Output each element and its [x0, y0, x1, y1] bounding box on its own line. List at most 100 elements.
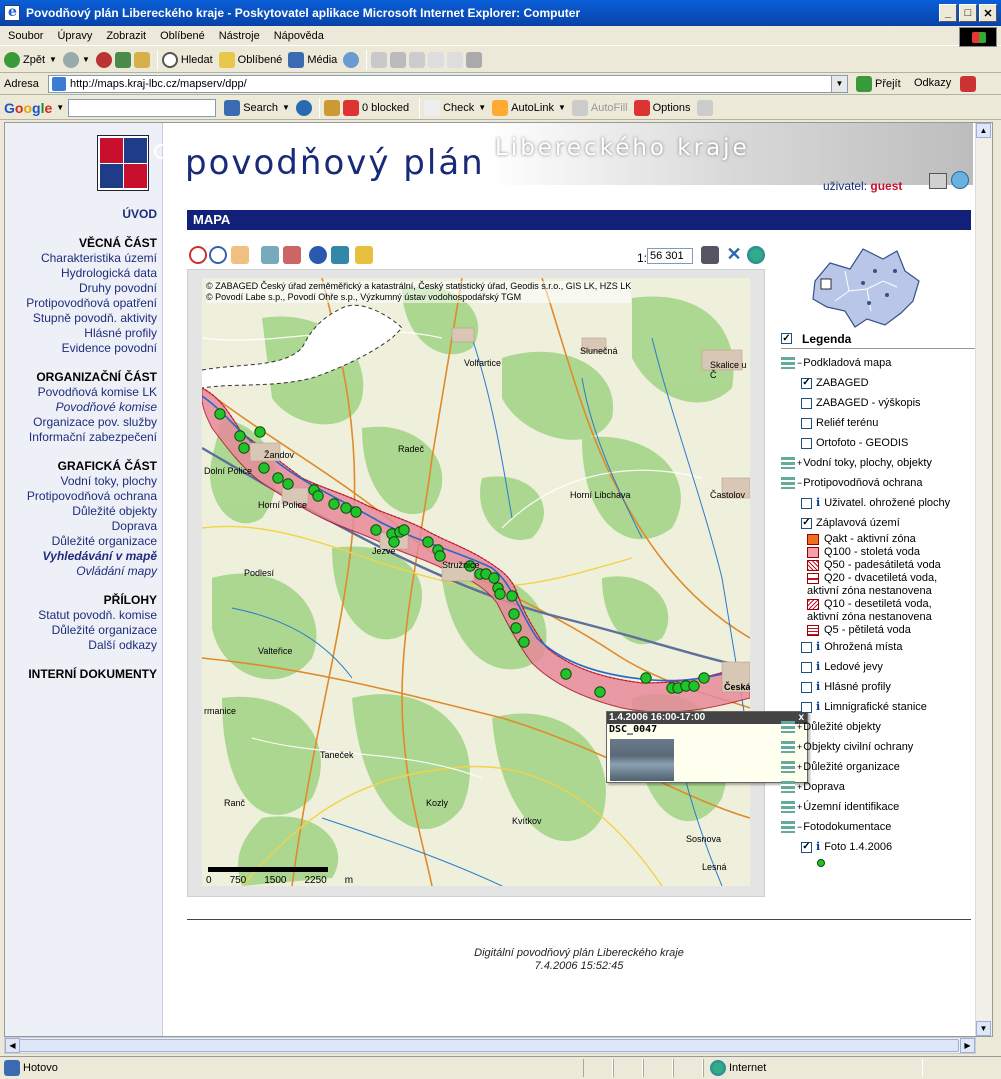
- stop-icon[interactable]: [95, 51, 112, 68]
- nav-group-heading[interactable]: INTERNÍ DOKUMENTY: [5, 667, 157, 682]
- layer-checkbox[interactable]: [801, 701, 812, 713]
- expand-icon[interactable]: −: [797, 353, 802, 373]
- mail-icon[interactable]: [371, 51, 388, 68]
- zoom-previous-icon[interactable]: [283, 246, 301, 264]
- info-icon[interactable]: i: [816, 837, 820, 857]
- chevron-down-icon[interactable]: ▼: [831, 76, 847, 92]
- info-icon[interactable]: [309, 246, 327, 264]
- legend-row[interactable]: + Vodní toky, plochy, objekty: [781, 453, 991, 473]
- search-button[interactable]: Hledat: [161, 49, 213, 71]
- legend-row[interactable]: − Podkladová mapa: [781, 353, 991, 373]
- scale-input[interactable]: 56 301: [647, 248, 693, 264]
- spellcheck-button[interactable]: Check ▼: [424, 97, 486, 119]
- nav-link[interactable]: Povodňové komise: [5, 400, 157, 415]
- maximize-button[interactable]: □: [959, 4, 977, 22]
- expand-icon[interactable]: +: [797, 717, 802, 737]
- zoom-in-icon[interactable]: [189, 246, 207, 264]
- layer-checkbox[interactable]: [801, 681, 812, 693]
- binoculars-icon[interactable]: [701, 246, 719, 264]
- photo-point-marker[interactable]: [214, 408, 226, 420]
- nav-intro[interactable]: ÚVOD: [5, 207, 157, 222]
- identify-icon[interactable]: [331, 246, 349, 264]
- legend-row[interactable]: i Limnigrafické stanice: [781, 697, 991, 717]
- expand-icon[interactable]: +: [797, 737, 802, 757]
- refresh-icon[interactable]: [114, 51, 131, 68]
- nav-link[interactable]: Druhy povodní: [5, 281, 157, 296]
- google-logo[interactable]: Google: [4, 100, 52, 116]
- photo-point-marker[interactable]: [518, 636, 530, 648]
- layer-checkbox[interactable]: [801, 497, 812, 509]
- photo-point-marker[interactable]: [238, 442, 250, 454]
- photo-point-marker[interactable]: [254, 426, 266, 438]
- autolink-button[interactable]: AutoLink ▼: [492, 97, 566, 119]
- photo-point-marker[interactable]: [258, 462, 270, 474]
- go-button[interactable]: Přejít: [856, 73, 901, 95]
- pencil-icon[interactable]: [696, 99, 713, 116]
- legend-row[interactable]: ✓ ZABAGED: [781, 373, 991, 393]
- legend-row[interactable]: Reliéf terénu: [781, 413, 991, 433]
- info-icon[interactable]: i: [816, 677, 820, 697]
- nav-link[interactable]: Důležité objekty: [5, 504, 157, 519]
- print-icon[interactable]: [929, 173, 947, 189]
- expand-icon[interactable]: +: [797, 777, 802, 797]
- legend-row[interactable]: i Ledové jevy: [781, 657, 991, 677]
- legend-row[interactable]: i Hlásné profily: [781, 677, 991, 697]
- pagerank-icon[interactable]: [295, 99, 312, 116]
- photo-point-marker[interactable]: [350, 506, 362, 518]
- zoom-out-icon[interactable]: [209, 246, 227, 264]
- mail-icon[interactable]: [951, 171, 969, 189]
- nav-link[interactable]: Hydrologická data: [5, 266, 157, 281]
- photo-point-marker[interactable]: [494, 588, 506, 600]
- expand-icon[interactable]: +: [797, 453, 802, 473]
- photo-point-marker[interactable]: [510, 622, 522, 634]
- photo-point-marker[interactable]: [234, 430, 246, 442]
- google-search-input[interactable]: [68, 98, 217, 117]
- legend-row[interactable]: Ortofoto - GEODIS: [781, 433, 991, 453]
- horizontal-scrollbar[interactable]: ◀ ▶: [4, 1037, 976, 1054]
- close-button[interactable]: ✕: [979, 4, 997, 22]
- nav-link[interactable]: Další odkazy: [5, 638, 157, 653]
- pdf-icon[interactable]: [960, 76, 976, 92]
- minimize-button[interactable]: _: [939, 4, 957, 22]
- nav-link[interactable]: Informační zabezpečení: [5, 430, 157, 445]
- layer-checkbox[interactable]: ✓: [801, 841, 812, 853]
- menu-soubor[interactable]: Soubor: [8, 30, 43, 42]
- nav-link[interactable]: Protipovodňová ochrana: [5, 489, 157, 504]
- nav-link[interactable]: Povodňová komise LK: [5, 385, 157, 400]
- legend-row[interactable]: − Protipovodňová ochrana: [781, 473, 991, 493]
- map-view[interactable]: © ZABAGED Český úřad zeměměřický a katas…: [202, 278, 750, 886]
- nav-link[interactable]: Důležité organizace: [5, 534, 157, 549]
- expand-icon[interactable]: +: [797, 797, 802, 817]
- options-button[interactable]: Options: [633, 97, 691, 119]
- globe-icon[interactable]: [747, 246, 765, 264]
- layer-checkbox[interactable]: [801, 437, 812, 449]
- photo-point-marker[interactable]: [640, 672, 652, 684]
- menu-zobrazit[interactable]: Zobrazit: [106, 30, 146, 42]
- photo-point-marker[interactable]: [488, 572, 500, 584]
- google-search-button[interactable]: Search ▼: [224, 97, 290, 119]
- nav-link[interactable]: Statut povodň. komise: [5, 608, 157, 623]
- photo-point-marker[interactable]: [506, 590, 518, 602]
- menu-upravy[interactable]: Úpravy: [57, 30, 92, 42]
- legend-row[interactable]: + Důležité organizace: [781, 757, 991, 777]
- info-icon[interactable]: i: [816, 493, 820, 513]
- region-overview-map[interactable]: [805, 241, 925, 329]
- address-input[interactable]: http://maps.kraj-lbc.cz/mapserv/dpp/ ▼: [48, 75, 848, 93]
- legend-row[interactable]: − Fotodokumentace: [781, 817, 991, 837]
- nav-link[interactable]: Vodní toky, plochy: [5, 474, 157, 489]
- layer-checkbox[interactable]: ✓: [801, 377, 812, 389]
- nav-link[interactable]: Organizace pov. služby: [5, 415, 157, 430]
- print-icon[interactable]: [390, 51, 407, 68]
- nav-link[interactable]: Doprava: [5, 519, 157, 534]
- photo-point-marker[interactable]: [398, 524, 410, 536]
- popup-blocker-button[interactable]: 0 blocked: [342, 97, 409, 119]
- layer-checkbox[interactable]: [801, 397, 812, 409]
- home-icon[interactable]: [133, 51, 150, 68]
- legend-row[interactable]: + Doprava: [781, 777, 991, 797]
- clear-x-icon[interactable]: ✕: [725, 245, 743, 264]
- scrollbar-thumb[interactable]: [19, 1039, 959, 1052]
- photo-point-marker[interactable]: [688, 680, 700, 692]
- links-label[interactable]: Odkazy: [914, 77, 951, 89]
- nav-link[interactable]: Stupně povodň. aktivity: [5, 311, 157, 326]
- expand-icon[interactable]: −: [797, 817, 802, 837]
